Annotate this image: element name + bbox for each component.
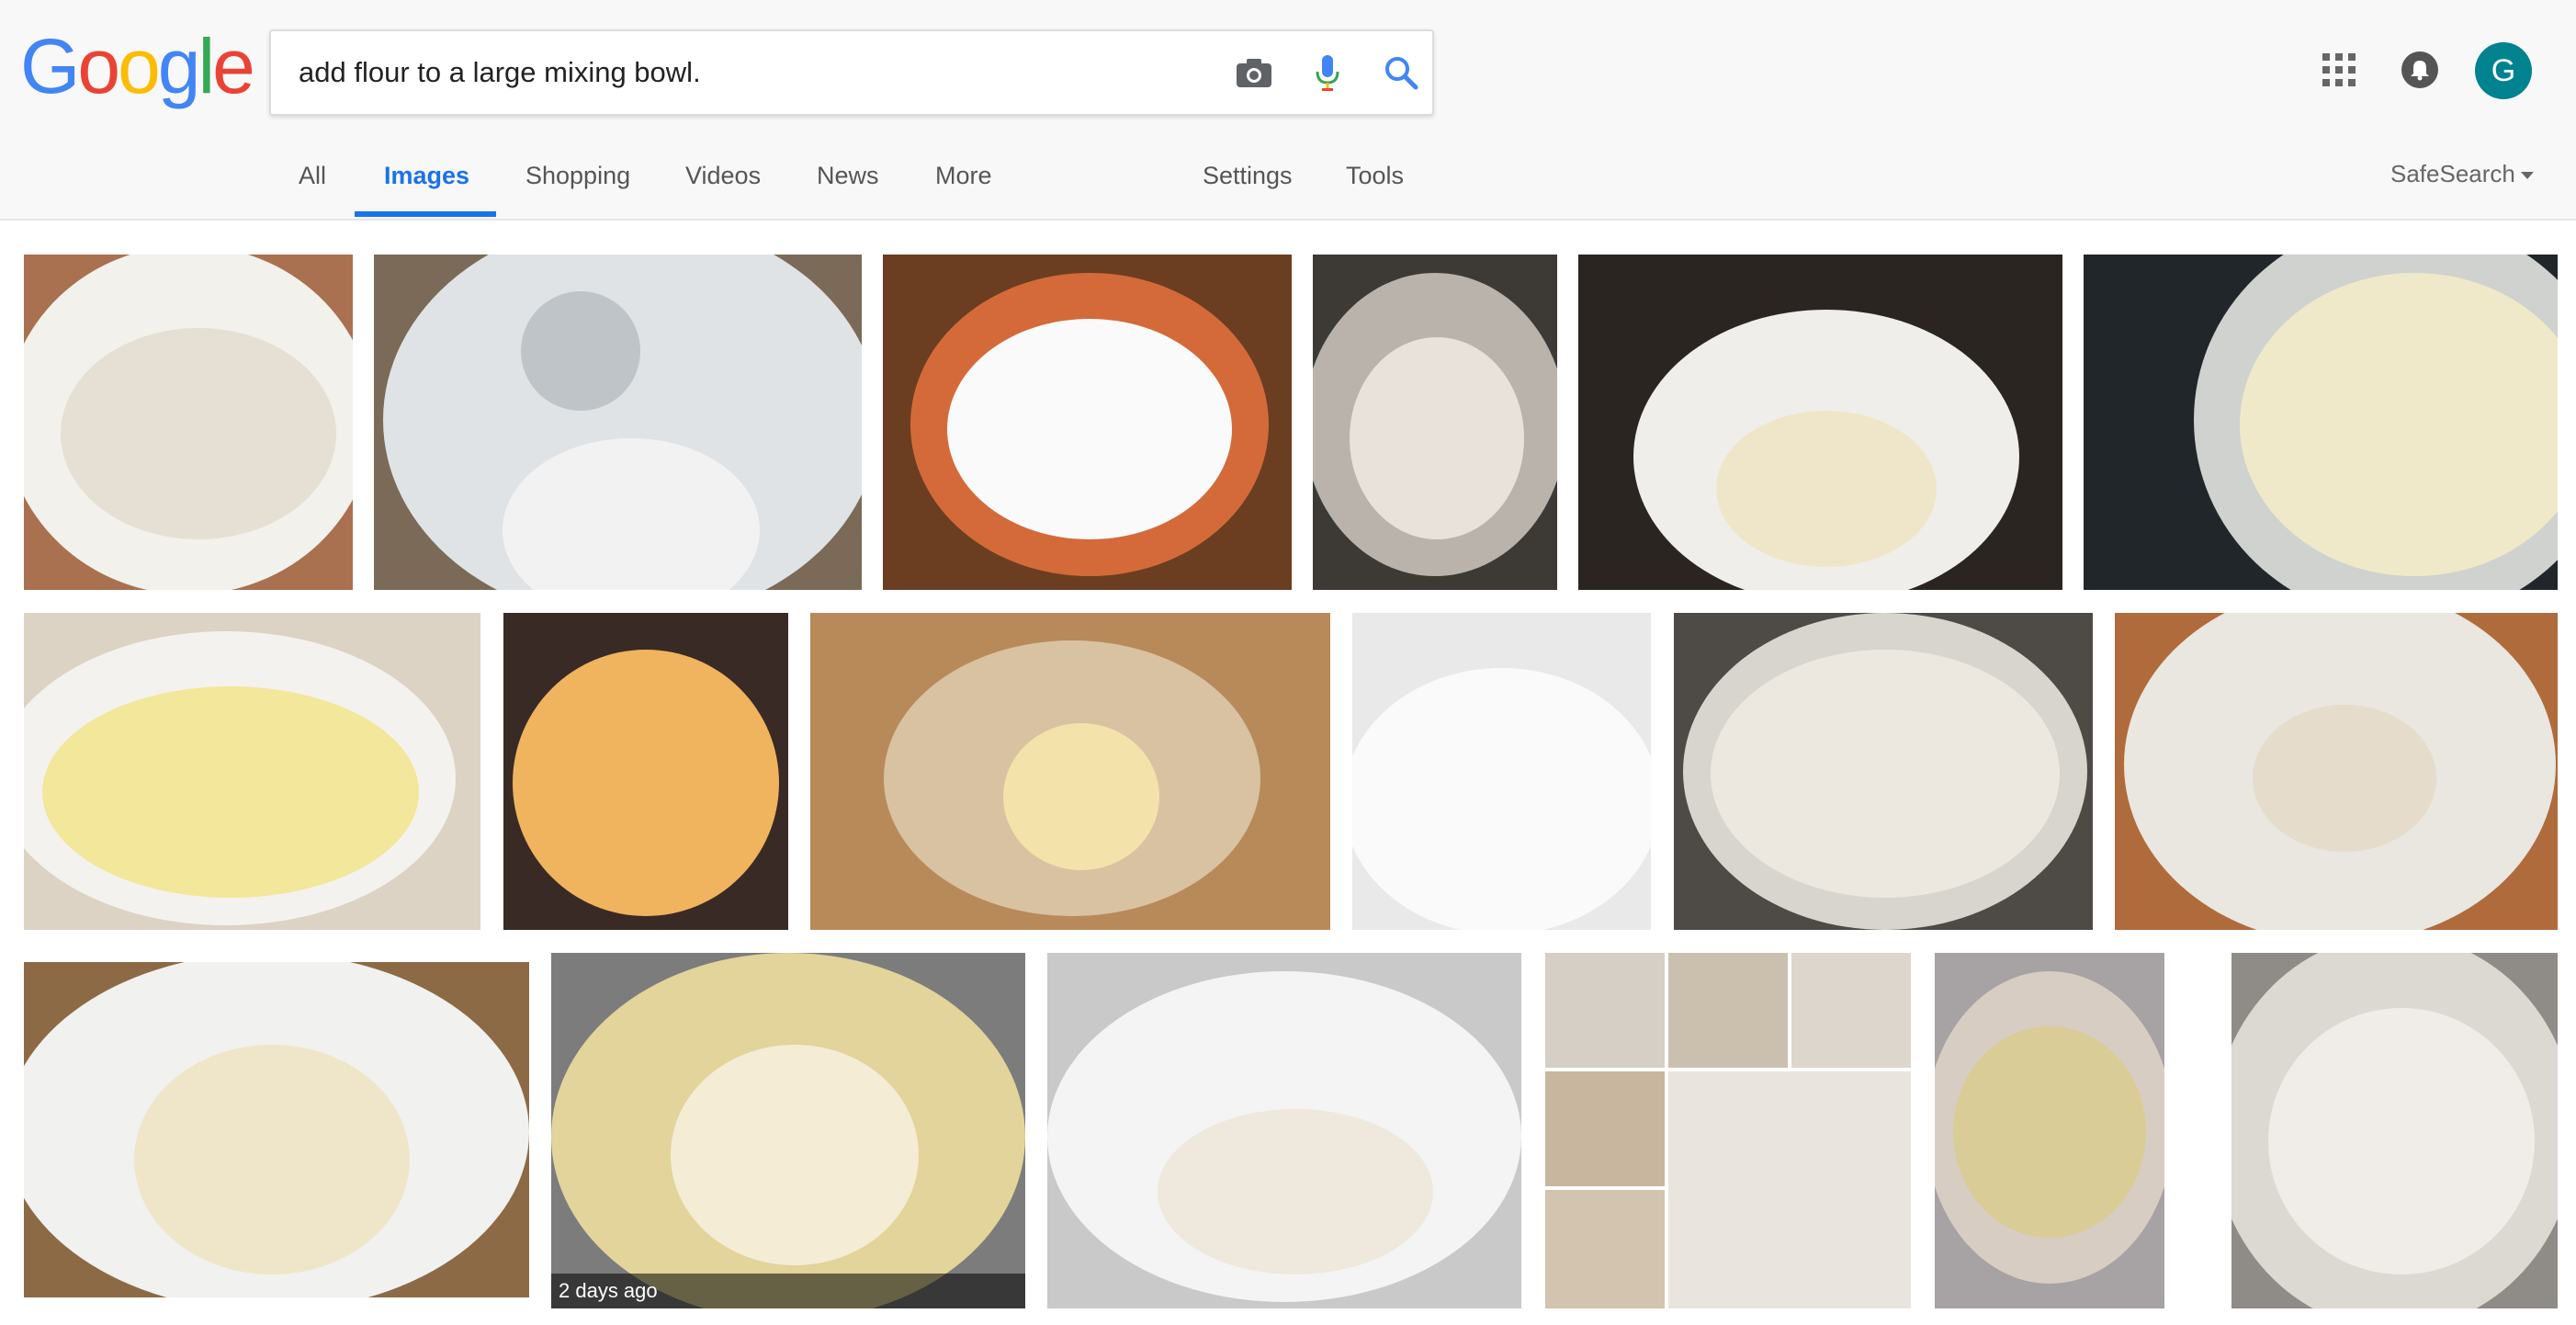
search-tabs: All Images Shopping Videos News More Set… [0,147,2576,219]
chevron-down-icon [2520,172,2534,180]
logo-letter: o [77,23,120,109]
measuring-cup-shape [521,291,640,411]
collage-cell [1668,953,1788,1068]
image-result[interactable] [503,613,788,930]
apps-dot [2335,79,2343,86]
camera-icon[interactable] [1233,51,1275,94]
batter-shape [513,650,779,916]
flour-shape [671,1045,919,1265]
logo-letter: g [157,23,201,109]
image-result[interactable] [24,255,353,590]
image-result[interactable] [2115,613,2558,930]
apps-dot [2322,79,2330,86]
image-result[interactable] [374,255,862,590]
collage-cell [1791,953,1911,1068]
flour-shape [1352,668,1651,930]
tab-more[interactable]: More [935,162,992,190]
image-result[interactable] [1578,255,2062,590]
search-input[interactable] [299,31,1171,114]
image-result[interactable] [810,613,1330,930]
flour-shape [1350,337,1524,539]
collage-cell [1668,1071,1911,1308]
apps-grid-icon[interactable] [2322,53,2356,86]
flour-shape [2268,1008,2535,1274]
collage-cell [1545,953,1665,1068]
tab-videos[interactable]: Videos [685,162,761,190]
tab-shopping[interactable]: Shopping [525,162,630,190]
tab-news[interactable]: News [817,162,879,190]
apps-dot [2348,66,2356,74]
dough-shape [134,1045,410,1274]
bell-icon[interactable] [2401,51,2438,88]
safesearch-dropdown[interactable]: SafeSearch [2390,160,2534,188]
tab-tools[interactable]: Tools [1346,162,1404,190]
logo-letter: l [198,23,216,109]
apps-dot [2322,66,2330,74]
logo-letter: G [20,23,80,109]
apps-dot [2335,53,2343,61]
safesearch-label: SafeSearch [2390,160,2515,187]
active-tab-indicator [355,211,496,217]
account-avatar[interactable]: G [2475,42,2532,99]
flour-shape [1716,411,1937,567]
image-result[interactable] [1674,613,2093,930]
image-result[interactable] [1935,953,2164,1308]
image-result[interactable] [1313,255,1557,590]
microphone-icon[interactable] [1306,51,1349,94]
flour-shape [1711,650,2060,898]
apps-dot [2335,66,2343,74]
tab-images[interactable]: Images [384,162,469,190]
tab-settings[interactable]: Settings [1203,162,1293,190]
apps-dot [2348,53,2356,61]
collage-cell [1545,1190,1665,1308]
flour-shape [947,319,1232,539]
apps-dot [2322,53,2330,61]
image-result[interactable] [883,255,1292,590]
header-bar: Google G All Images Shopping Videos News… [0,0,2576,221]
logo-letter: o [118,23,161,109]
image-result[interactable] [1352,613,1651,930]
batter-shape [1953,1026,2146,1238]
search-box [269,29,1434,116]
search-icon[interactable] [1380,51,1422,94]
image-result[interactable] [24,613,480,930]
image-result[interactable] [1047,953,1521,1308]
image-result[interactable]: 2 days ago [551,953,1025,1308]
tab-all[interactable]: All [299,162,326,190]
batter-shape [1158,1109,1433,1274]
collage-cell [1545,1071,1665,1186]
apps-dot [2348,79,2356,86]
dough-shape [1003,723,1159,870]
image-result[interactable] [2231,953,2558,1308]
batter-shape [42,686,419,898]
image-result-collage[interactable] [1545,953,1911,1308]
flour-shape [2253,705,2436,852]
logo-letter: e [212,23,255,109]
flour-shape [61,328,336,539]
google-logo[interactable]: Google [20,23,255,109]
image-result[interactable] [24,962,529,1297]
date-badge: 2 days ago [551,1274,1025,1308]
image-result[interactable] [2084,255,2558,590]
